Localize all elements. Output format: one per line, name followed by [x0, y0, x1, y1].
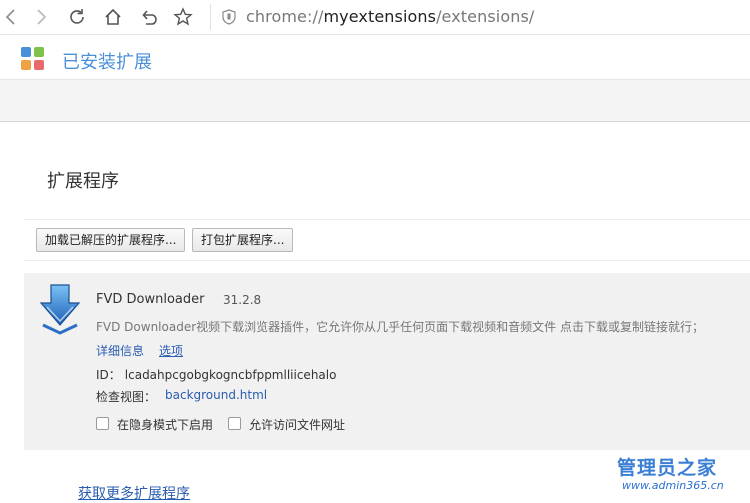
address-bar[interactable]: chrome://myextensions/extensions/ — [246, 7, 534, 26]
page-header: 已安装扩展 — [0, 36, 750, 80]
url-path: /extensions/ — [436, 7, 535, 26]
star-icon[interactable] — [172, 6, 194, 28]
options-link[interactable]: 选项 — [159, 342, 183, 359]
extension-id: ID： lcadahpcgobgkogncbfppmlliicehalo — [96, 366, 336, 383]
home-icon[interactable] — [102, 6, 124, 28]
watermark-url: www.admin365.cn — [622, 479, 724, 492]
extension-description: FVD Downloader视频下载浏览器插件，它允许你从几乎任何页面下载视频和… — [96, 320, 704, 334]
get-more-extensions-link[interactable]: 获取更多扩展程序 — [78, 483, 190, 503]
page-title: 已安装扩展 — [62, 52, 152, 73]
divider — [24, 219, 750, 220]
incognito-checkbox[interactable] — [96, 417, 109, 430]
header-strip — [0, 80, 750, 122]
id-value: lcadahpcgobgkogncbfppmlliicehalo — [124, 368, 337, 382]
background-page-link[interactable]: background.html — [165, 388, 267, 402]
details-link[interactable]: 详细信息 — [96, 342, 144, 359]
extension-name: FVD Downloader — [96, 292, 205, 307]
load-unpacked-button[interactable]: 加载已解压的扩展程序... — [36, 228, 186, 252]
watermark-logo: 管理员之家 www.admin365.cn — [612, 453, 750, 500]
toolbar-divider — [210, 4, 211, 30]
back-icon[interactable] — [0, 6, 22, 28]
section-title: 扩展程序 — [47, 171, 119, 192]
extension-card: FVD Downloader 31.2.8 FVD Downloader视频下载… — [24, 273, 750, 450]
shield-icon[interactable] — [221, 9, 237, 25]
file-access-label: 允许访问文件网址 — [249, 418, 346, 432]
browser-toolbar: chrome://myextensions/extensions/ — [0, 0, 750, 35]
watermark-title: 管理员之家 — [617, 457, 718, 479]
url-prefix: chrome:// — [246, 7, 324, 26]
reload-icon[interactable] — [66, 6, 88, 28]
incognito-label: 在隐身模式下启用 — [117, 418, 214, 432]
file-access-checkbox[interactable] — [228, 417, 241, 430]
undo-icon[interactable] — [138, 6, 160, 28]
download-arrow-icon — [39, 284, 81, 335]
inspect-views-label: 检查视图： — [96, 390, 157, 404]
pack-extension-button[interactable]: 打包扩展程序... — [192, 228, 294, 252]
extensions-logo-icon — [21, 47, 45, 71]
id-label: ID： — [96, 368, 121, 382]
extension-version: 31.2.8 — [223, 293, 262, 307]
forward-icon[interactable] — [30, 6, 52, 28]
url-host: myextensions — [323, 7, 437, 26]
divider — [24, 260, 750, 261]
